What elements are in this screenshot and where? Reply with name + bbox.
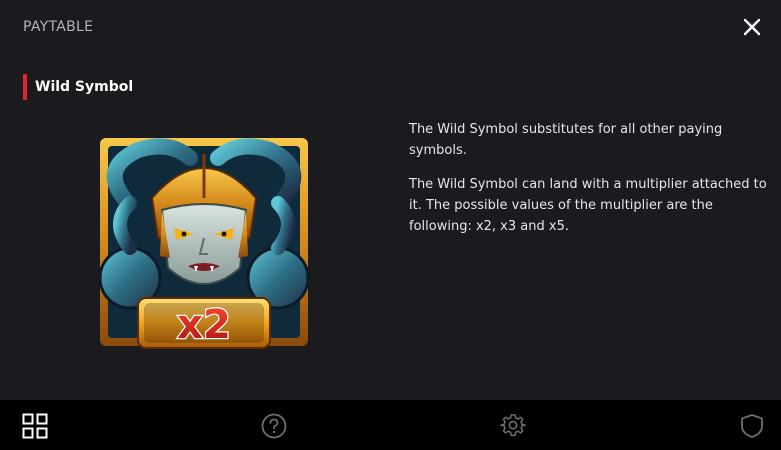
- section-title: Wild Symbol: [35, 79, 134, 95]
- grid-icon: [22, 413, 48, 439]
- description-paragraph: The Wild Symbol can land with a multipli…: [409, 177, 767, 234]
- section-heading: Wild Symbol: [23, 74, 133, 100]
- symbol-description: The Wild Symbol substitutes for all othe…: [409, 119, 769, 250]
- gear-icon: [500, 414, 526, 437]
- help-button[interactable]: [261, 413, 287, 439]
- multiplier-label: x2: [177, 302, 231, 348]
- close-button[interactable]: [740, 15, 764, 39]
- wild-symbol-image: x2: [90, 128, 318, 356]
- settings-button[interactable]: [500, 413, 526, 439]
- shield-icon: [741, 414, 763, 438]
- section-accent-bar: [23, 74, 27, 100]
- close-icon: [743, 18, 761, 36]
- question-icon: [261, 413, 287, 439]
- security-button[interactable]: [739, 413, 765, 439]
- page-title: PAYTABLE: [23, 19, 94, 35]
- paytable-button[interactable]: [22, 413, 48, 439]
- bottom-toolbar: [0, 400, 781, 450]
- paytable-header: PAYTABLE: [0, 0, 781, 56]
- description-paragraph: The Wild Symbol substitutes for all othe…: [409, 122, 723, 158]
